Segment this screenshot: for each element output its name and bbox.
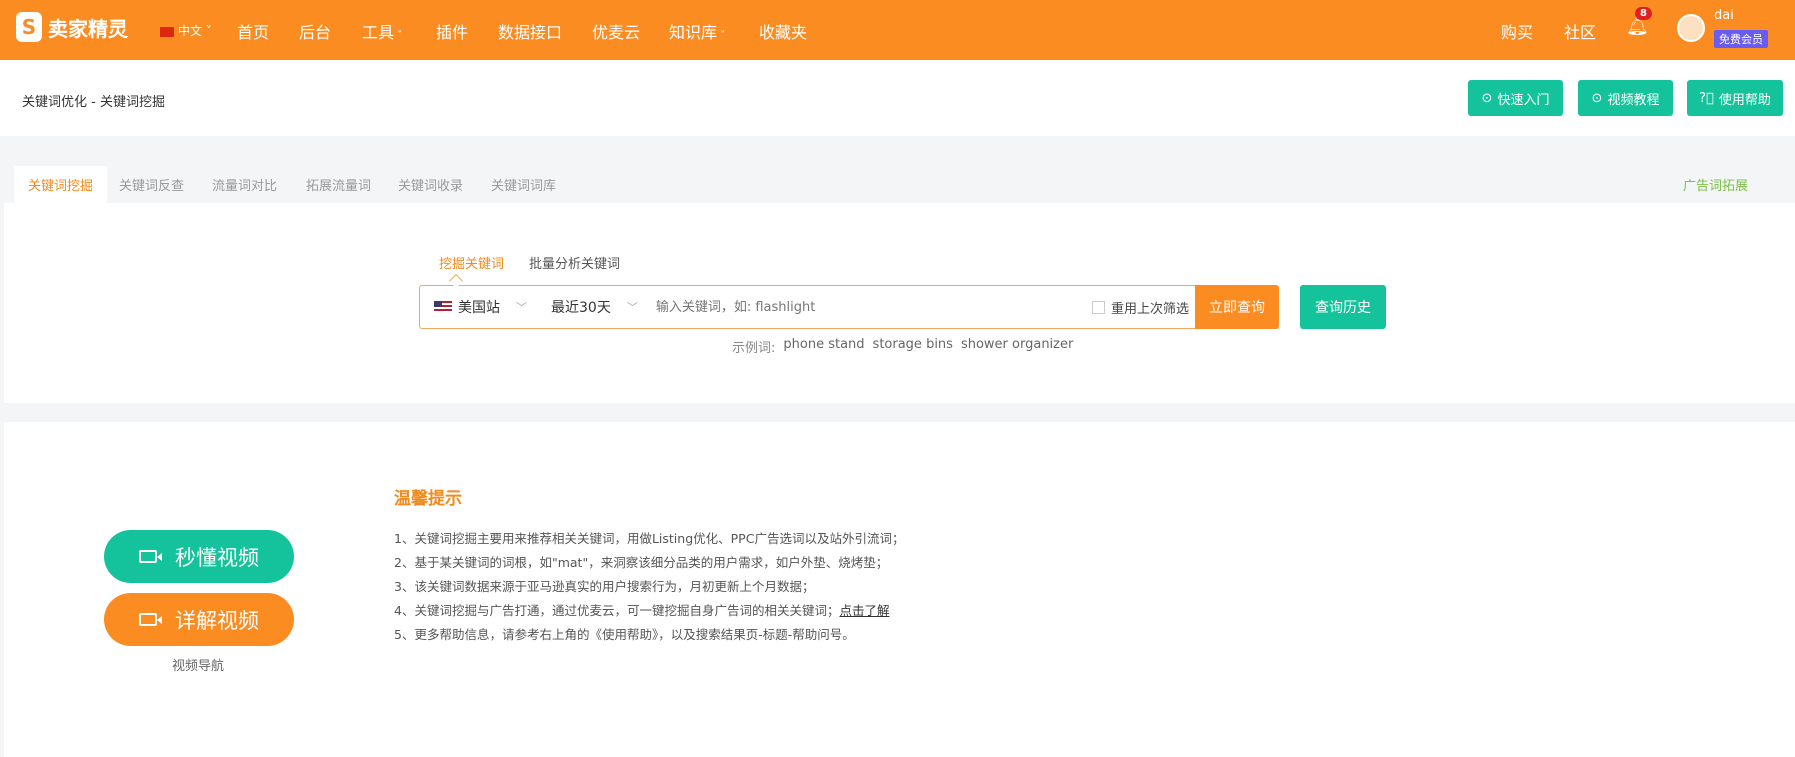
nav-youmaiyun[interactable]: 优麦云 <box>592 19 640 43</box>
tip-line: 3、该关键词数据来源于亚马逊真实的用户搜索行为，月初更新上个月数据； <box>394 579 815 594</box>
detail-video-button[interactable]: 详解视频 <box>104 593 294 646</box>
history-button[interactable]: 查询历史 <box>1300 285 1386 329</box>
detail-video-label: 详解视频 <box>175 608 259 633</box>
nav-community[interactable]: 社区 <box>1564 19 1596 43</box>
tips-panel <box>4 422 1795 757</box>
example-keyword[interactable]: storage bins <box>873 337 953 356</box>
nav-favorites[interactable]: 收藏夹 <box>759 19 807 43</box>
chevron-down-icon: ˅ <box>717 30 726 41</box>
nav-backend[interactable]: 后台 <box>299 19 331 43</box>
checkbox[interactable] <box>1091 300 1105 314</box>
nav-plugins[interactable]: 插件 <box>436 19 468 43</box>
language-select[interactable]: 中文 ˅ <box>160 22 212 39</box>
tip-line-with-link: 4、关键词挖掘与广告打通，通过优麦云，可一键挖掘自身广告词的相关关键词；点击了解 <box>394 600 889 619</box>
tab-keyword-library[interactable]: 关键词词库 <box>477 166 570 203</box>
quick-video-label: 秒懂视频 <box>175 545 259 570</box>
example-keywords: 示例词: phone stand storage bins shower org… <box>732 337 1073 356</box>
chevron-down-icon: ﹀ <box>516 301 527 314</box>
play-circle-icon: ⊙ <box>1481 90 1493 106</box>
tab-extend-traffic[interactable]: 拓展流量词 <box>292 166 385 203</box>
nav-knowledge-label: 知识库 <box>669 23 718 42</box>
subtab-mine-keywords[interactable]: 挖掘关键词 <box>439 253 504 272</box>
member-badge: 免费会员 <box>1714 30 1768 48</box>
help-label: 使用帮助 <box>1718 92 1771 108</box>
nav-tools[interactable]: 工具 ˅ <box>362 19 402 43</box>
reuse-filter-label: 重用上次筛选 <box>1110 301 1189 317</box>
example-keyword[interactable]: phone stand <box>783 337 864 356</box>
tip-line: 1、关键词挖掘主要用来推荐相关关键词，用做Listing优化、PPC广告选词以及… <box>394 531 905 546</box>
video-tutorial-label: 视频教程 <box>1607 92 1660 108</box>
notification-badge: 8 <box>1635 7 1652 20</box>
us-flag-icon <box>434 301 452 313</box>
nav-knowledge[interactable]: 知识库 ˅ <box>669 19 725 43</box>
tab-reverse-lookup[interactable]: 关键词反查 <box>105 166 198 203</box>
quick-start-label: 快速入门 <box>1497 92 1550 108</box>
market-select[interactable]: 美国站 ﹀ <box>420 297 537 317</box>
play-circle-icon: ⊙ <box>1591 90 1603 106</box>
period-select[interactable]: 最近30天 ﹀ <box>537 297 648 317</box>
examples-label: 示例词: <box>732 341 776 356</box>
tab-keyword-mining[interactable]: 关键词挖掘 <box>14 166 108 203</box>
video-camera-icon <box>139 550 162 563</box>
reuse-filter-checkbox[interactable]: 重用上次筛选 <box>1091 298 1195 317</box>
period-value: 最近30天 <box>551 300 611 316</box>
learn-more-link[interactable]: 点击了解 <box>839 603 889 618</box>
avatar[interactable] <box>1677 14 1705 42</box>
language-label: 中文 <box>178 24 203 38</box>
breadcrumb: 关键词优化 - 关键词挖掘 <box>22 95 165 110</box>
search-bar: 美国站 ﹀ 最近30天 ﹀ 重用上次筛选 立即查询 <box>419 285 1279 329</box>
example-keyword[interactable]: shower organizer <box>961 337 1073 356</box>
quick-video-button[interactable]: 秒懂视频 <box>104 530 294 583</box>
logo[interactable]: S 卖家精灵 <box>16 12 128 42</box>
china-flag-icon <box>160 26 174 37</box>
video-tutorial-button[interactable]: ⊙ 视频教程 <box>1578 80 1673 116</box>
keyword-input[interactable] <box>647 286 1092 328</box>
tip-line: 4、关键词挖掘与广告打通，通过优麦云，可一键挖掘自身广告词的相关关键词； <box>394 603 840 618</box>
chevron-down-icon: ˅ <box>394 30 403 41</box>
question-circle-icon: ?⃝ <box>1699 90 1714 106</box>
nav-tools-label: 工具 <box>362 23 395 42</box>
market-value: 美国站 <box>458 300 500 316</box>
chevron-down-icon: ﹀ <box>626 301 638 314</box>
username[interactable]: dai <box>1714 8 1734 23</box>
tip-line: 2、基于某关键词的词根，如"mat"，来洞察该细分品类的用户需求，如户外垫、烧烤… <box>394 555 889 570</box>
tab-keyword-indexing[interactable]: 关键词收录 <box>384 166 477 203</box>
logo-icon: S <box>16 12 42 42</box>
tips-title: 温馨提示 <box>394 489 462 509</box>
tip-line: 5、更多帮助信息，请参考右上角的《使用帮助》，以及搜索结果页-标题-帮助问号。 <box>394 627 855 642</box>
logo-text: 卖家精灵 <box>48 16 128 41</box>
help-button[interactable]: ?⃝ 使用帮助 <box>1687 80 1783 116</box>
tab-ad-keyword-extend[interactable]: 广告词拓展 <box>1669 166 1762 203</box>
nav-home[interactable]: 首页 <box>237 19 269 43</box>
video-camera-icon <box>139 613 162 626</box>
video-nav-label: 视频导航 <box>172 659 225 674</box>
nav-buy[interactable]: 购买 <box>1501 19 1533 43</box>
subtab-batch-analysis[interactable]: 批量分析关键词 <box>529 253 620 272</box>
tab-traffic-compare[interactable]: 流量词对比 <box>198 166 291 203</box>
nav-data-api[interactable]: 数据接口 <box>498 19 562 43</box>
quick-start-button[interactable]: ⊙ 快速入门 <box>1468 80 1563 116</box>
search-button[interactable]: 立即查询 <box>1195 285 1279 329</box>
